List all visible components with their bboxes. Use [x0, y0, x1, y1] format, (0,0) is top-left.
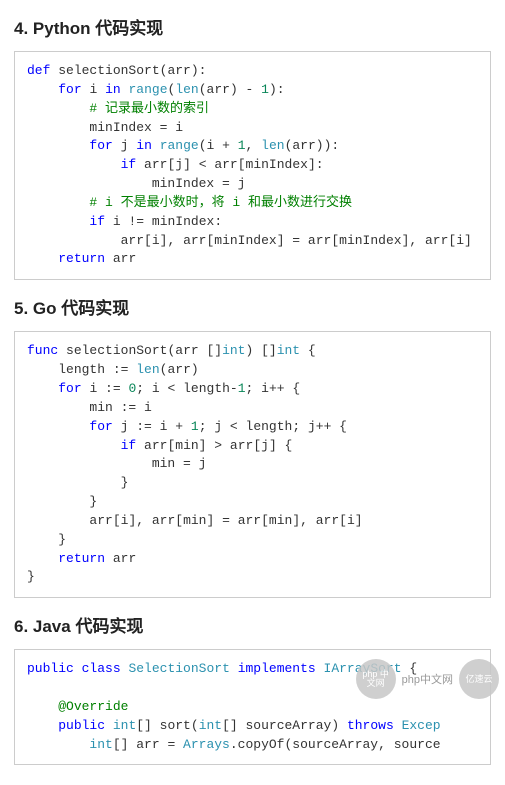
watermark-logo-1: php 中文网	[356, 659, 396, 699]
watermark-group: php 中文网 php中文网 亿速云	[356, 659, 499, 699]
watermark-text: php中文网	[402, 671, 453, 687]
watermark-logo-2: 亿速云	[459, 659, 499, 699]
code-block-python: def selectionSort(arr): for i in range(l…	[14, 51, 491, 280]
section-heading-go: 5. Go 代码实现	[14, 294, 491, 319]
section-heading-java: 6. Java 代码实现	[14, 612, 491, 637]
section-heading-python: 4. Python 代码实现	[14, 14, 491, 39]
code-block-go: func selectionSort(arr []int) []int { le…	[14, 331, 491, 598]
